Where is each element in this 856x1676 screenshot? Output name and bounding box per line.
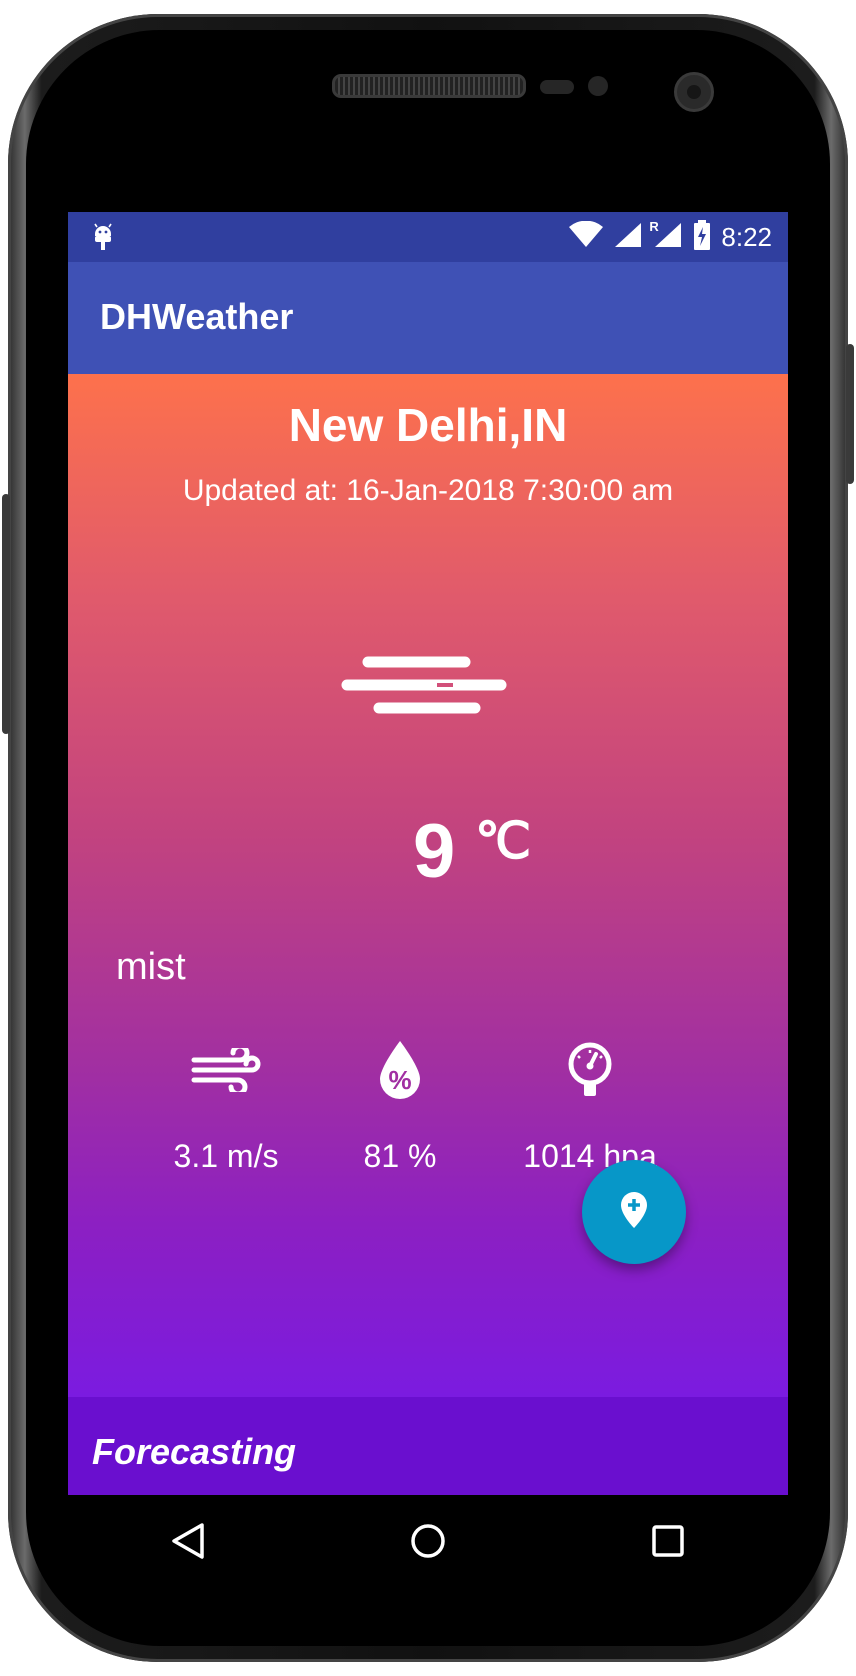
screen: R 8:22 DHWeather New Delhi,IN Updated at… <box>68 212 788 1495</box>
updated-time: Updated at: 16-Jan-2018 7:30:00 am <box>182 474 674 507</box>
android-debug-icon <box>92 222 114 257</box>
forecast-label: Forecasting <box>92 1431 297 1472</box>
home-icon <box>409 1522 447 1565</box>
proximity-sensor <box>540 80 574 94</box>
svg-text:%: % <box>388 1065 411 1095</box>
recents-button[interactable] <box>628 1504 708 1584</box>
front-camera <box>674 72 714 112</box>
humidity-stat: % 81 % <box>290 1038 510 1175</box>
pressure-gauge-icon <box>480 1038 700 1102</box>
light-sensor <box>588 76 608 96</box>
add-location-button[interactable] <box>582 1160 686 1264</box>
status-bar: R 8:22 <box>68 212 788 262</box>
weather-description: mist <box>116 946 186 988</box>
pressure-value: 1014 hpa <box>523 1138 657 1174</box>
back-button[interactable] <box>148 1504 228 1584</box>
weather-panel: New Delhi,IN Updated at: 16-Jan-2018 7:3… <box>68 374 788 1397</box>
roaming-letter: R <box>649 218 659 234</box>
home-button[interactable] <box>388 1504 468 1584</box>
signal-icon <box>613 221 643 254</box>
earpiece-speaker <box>332 74 526 98</box>
pressure-stat: 1014 hpa <box>480 1038 700 1175</box>
mist-icon <box>341 654 507 721</box>
temperature: 9 ℃ <box>413 808 531 895</box>
wifi-icon <box>569 220 604 254</box>
temperature-unit: ℃ <box>475 813 532 869</box>
app-bar: DHWeather <box>68 262 788 374</box>
add-location-icon <box>620 1191 648 1234</box>
battery-charging-icon <box>693 219 711 255</box>
temperature-value: 9 <box>413 809 456 894</box>
city-name: New Delhi,IN <box>288 399 568 451</box>
forecast-section[interactable]: Forecasting <box>68 1397 788 1495</box>
humidity-value: 81 % <box>363 1138 437 1174</box>
status-time: 8:22 <box>721 221 772 252</box>
humidity-icon: % <box>290 1038 510 1102</box>
app-title: DHWeather <box>100 296 294 337</box>
back-icon <box>170 1522 206 1565</box>
recents-icon <box>651 1524 685 1563</box>
volume-button <box>846 344 854 484</box>
power-button <box>2 494 10 734</box>
signal-roaming-icon: R <box>649 219 683 254</box>
navigation-bar <box>68 1495 788 1592</box>
